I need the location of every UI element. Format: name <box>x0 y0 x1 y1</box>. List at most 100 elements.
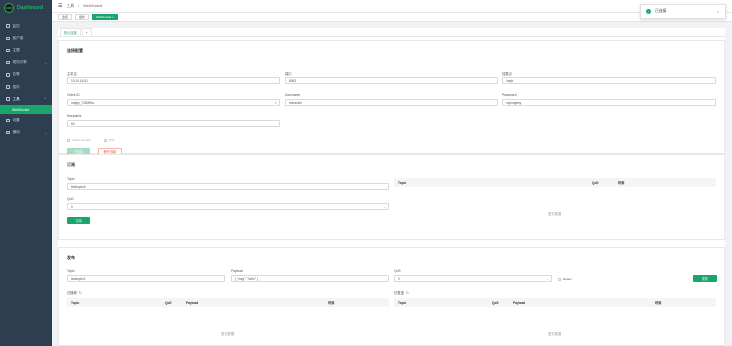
check-circle-icon: ✓ <box>646 9 651 14</box>
checkbox-label: Retain <box>563 277 572 281</box>
chevron-up-icon: ⌄ <box>44 97 47 102</box>
sidebar-item-rule-engine[interactable]: 规则引擎 ⌄ <box>0 57 52 69</box>
port-label: 端口 <box>285 72 292 76</box>
payload-input[interactable]: { "msg": "hello" } <box>231 275 389 282</box>
column-payload: Payload <box>513 300 526 305</box>
logo-text: Dashboard <box>17 5 44 11</box>
top-header: ☰ 工具 / WebSocket <box>52 0 732 13</box>
refresh-icon[interactable]: ↻ <box>406 291 409 295</box>
sidebar-item-label: 规则引擎 <box>12 60 27 65</box>
sidebar-item-plugins[interactable]: 插件 <box>0 81 52 93</box>
tag-monitor[interactable]: 监控 <box>58 14 73 20</box>
publish-topic-input[interactable]: testtopic/1 <box>67 275 225 282</box>
column-time: 时间 <box>328 301 335 305</box>
retain-checkbox[interactable]: Retain <box>558 277 572 281</box>
add-connection-tab[interactable]: + <box>81 28 92 36</box>
toast-message: 已连接 <box>655 9 667 13</box>
close-icon[interactable]: × <box>112 15 114 19</box>
main-content: 默认连接 + 连接配置 主机名 10.10.16.81 端口 8083 挂载点 … <box>58 28 725 346</box>
topic-label: Topic <box>67 177 75 181</box>
received-empty-text: 暂无数据 <box>221 332 235 336</box>
refresh-icon[interactable]: ↻ <box>79 291 82 295</box>
sidebar-item-label: 工具 <box>12 96 20 101</box>
host-input[interactable]: 10.10.16.81 <box>67 77 280 84</box>
tab-default-connection[interactable]: 默认连接 <box>60 28 81 36</box>
breadcrumb-separator: / <box>78 4 80 8</box>
qos-value: 0 <box>398 276 400 281</box>
refresh-icon[interactable]: ↻ <box>274 101 277 105</box>
publish-qos-select[interactable]: 0 ⌄ <box>394 275 552 282</box>
plugin-icon <box>6 85 10 89</box>
port-input[interactable]: 8083 <box>285 77 498 84</box>
monitor-icon <box>6 24 10 28</box>
sidebar-item-topics[interactable]: 主题 <box>0 44 52 56</box>
general-icon <box>6 130 10 135</box>
card-title: 订阅 <box>67 162 75 167</box>
column-topic: Topic <box>71 300 80 305</box>
sent-label: 已发送 ↻ <box>394 290 409 295</box>
sidebar-item-label: 主题 <box>12 47 20 52</box>
publish-button[interactable]: 发布 <box>693 275 717 282</box>
tag-label: WebSocket <box>96 15 112 19</box>
username-input[interactable]: hebanzhi <box>285 99 498 106</box>
subscribe-topic-input[interactable]: testtopic/# <box>67 183 389 190</box>
breadcrumb-tools[interactable]: 工具 <box>66 4 74 9</box>
chevron-down-icon: ⌄ <box>383 204 386 209</box>
column-qos: QoS <box>492 300 499 305</box>
client-id-input[interactable]: mqttjs_7280f9ec ↻ <box>67 99 280 106</box>
column-time: 时间 <box>655 301 662 305</box>
menu-toggle-icon[interactable]: ☰ <box>58 3 62 9</box>
path-input[interactable]: /mqtt <box>502 77 716 84</box>
received-label: 已接收 ↻ <box>67 290 82 295</box>
publish-card: 发布 Topic testtopic/1 Payload { "msg": "h… <box>58 247 725 346</box>
close-icon[interactable]: × <box>717 10 719 14</box>
sidebar-item-monitor[interactable]: 监控 <box>0 20 52 32</box>
sidebar-item-clients[interactable]: 客户端 <box>0 32 52 44</box>
connection-tabs: 默认连接 + <box>58 28 725 37</box>
column-time: 时间 <box>618 181 625 185</box>
sent-table-header: Topic QoS Payload 时间 <box>394 298 716 307</box>
subscribe-qos-select[interactable]: 0 ⌄ <box>67 203 389 210</box>
tag-websocket[interactable]: WebSocket × <box>92 14 118 20</box>
sidebar-item-general[interactable]: 通用 ⌄ <box>0 127 52 139</box>
logo-mark: EMQ <box>4 3 14 13</box>
received-title: 已接收 <box>67 291 77 295</box>
checkbox-box <box>67 138 70 142</box>
subscribe-card: 订阅 Topic testtopic/# QoS 0 ⌄ 订阅 Topic QoS… <box>58 154 725 240</box>
username-label: Username <box>285 93 301 97</box>
subscriptions-table-header: Topic QoS 时间 <box>394 178 716 187</box>
password-input[interactable]: mylongkey <box>502 99 716 106</box>
payload-label: Payload <box>231 269 243 273</box>
qos-value: 0 <box>71 204 73 209</box>
checkbox-label: Clean Session <box>72 138 92 142</box>
sidebar-subitem-websocket[interactable]: WebSocket <box>0 105 52 115</box>
column-topic: Topic <box>398 300 407 305</box>
card-title: 连接配置 <box>67 48 83 53</box>
client-id-label: Client ID <box>67 93 80 97</box>
client-id-value: mqttjs_7280f9ec <box>71 100 95 105</box>
sidebar-item-settings[interactable]: 设置 <box>0 114 52 126</box>
tags-view: 监控 插件 WebSocket × <box>52 13 732 22</box>
sidebar-item-label: 客户端 <box>12 35 24 40</box>
connection-config-card: 连接配置 主机名 10.10.16.81 端口 8083 挂载点 /mqtt C… <box>58 40 725 155</box>
alarm-icon <box>6 73 10 77</box>
sidebar-item-label: 设置 <box>12 117 20 122</box>
clients-icon <box>6 36 10 41</box>
checkbox-box <box>104 138 107 142</box>
tag-plugins[interactable]: 插件 <box>75 14 90 20</box>
subscriptions-empty-text: 暂无数据 <box>548 212 562 216</box>
ssl-checkbox[interactable]: SSL <box>104 138 115 142</box>
logo[interactable]: EMQ Dashboard <box>0 0 52 16</box>
topics-icon <box>6 48 10 53</box>
sidebar-item-label: 告警 <box>12 72 20 77</box>
sidebar-item-label: 监控 <box>12 23 20 28</box>
keepalive-input[interactable]: 60 <box>67 120 280 127</box>
sidebar-item-tools[interactable]: 工具 ⌄ <box>0 93 52 105</box>
subscribe-button[interactable]: 订阅 <box>67 217 90 224</box>
column-topic: Topic <box>398 180 407 185</box>
clean-session-checkbox[interactable]: Clean Session <box>67 138 91 142</box>
sidebar-item-alarms[interactable]: 告警 <box>0 69 52 81</box>
checkbox-box <box>558 277 561 281</box>
column-qos: QoS <box>165 300 172 305</box>
chevron-down-icon: ⌄ <box>44 130 47 135</box>
